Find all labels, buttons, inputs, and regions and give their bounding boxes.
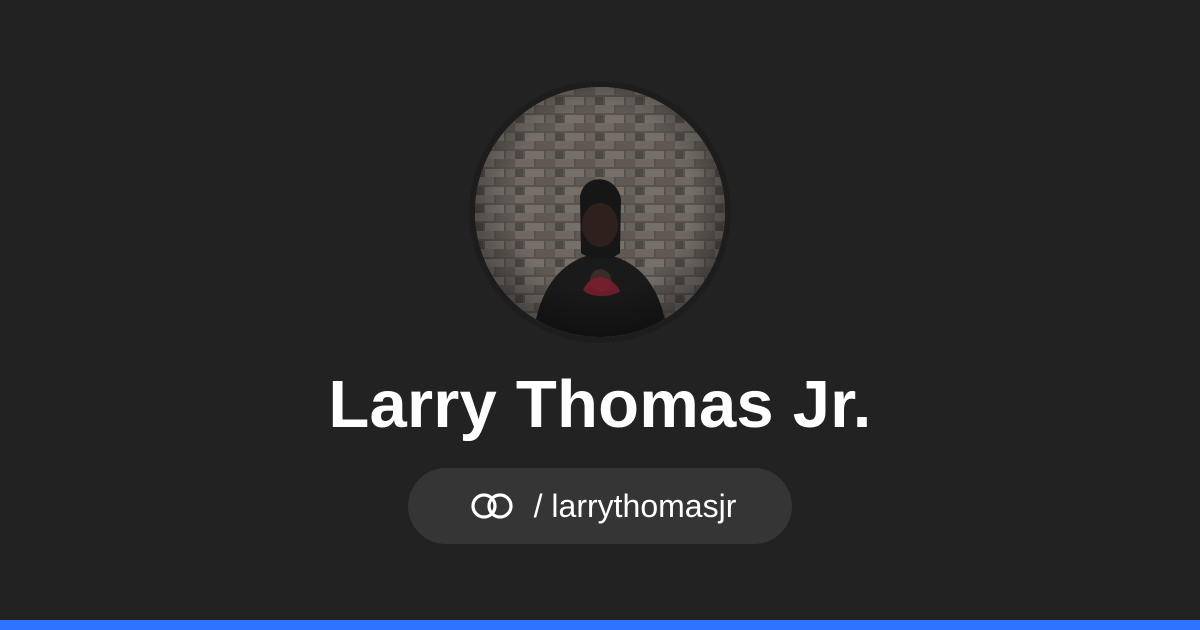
profile-name: Larry Thomas Jr.	[328, 367, 872, 442]
avatar	[475, 87, 725, 337]
bottom-accent-bar	[0, 620, 1200, 630]
handle-pill[interactable]: / larrythomasjr	[408, 468, 792, 544]
linked-rings-icon	[464, 488, 520, 524]
profile-card: Larry Thomas Jr. / larrythomasjr	[0, 0, 1200, 630]
profile-handle: / larrythomasjr	[533, 488, 737, 524]
